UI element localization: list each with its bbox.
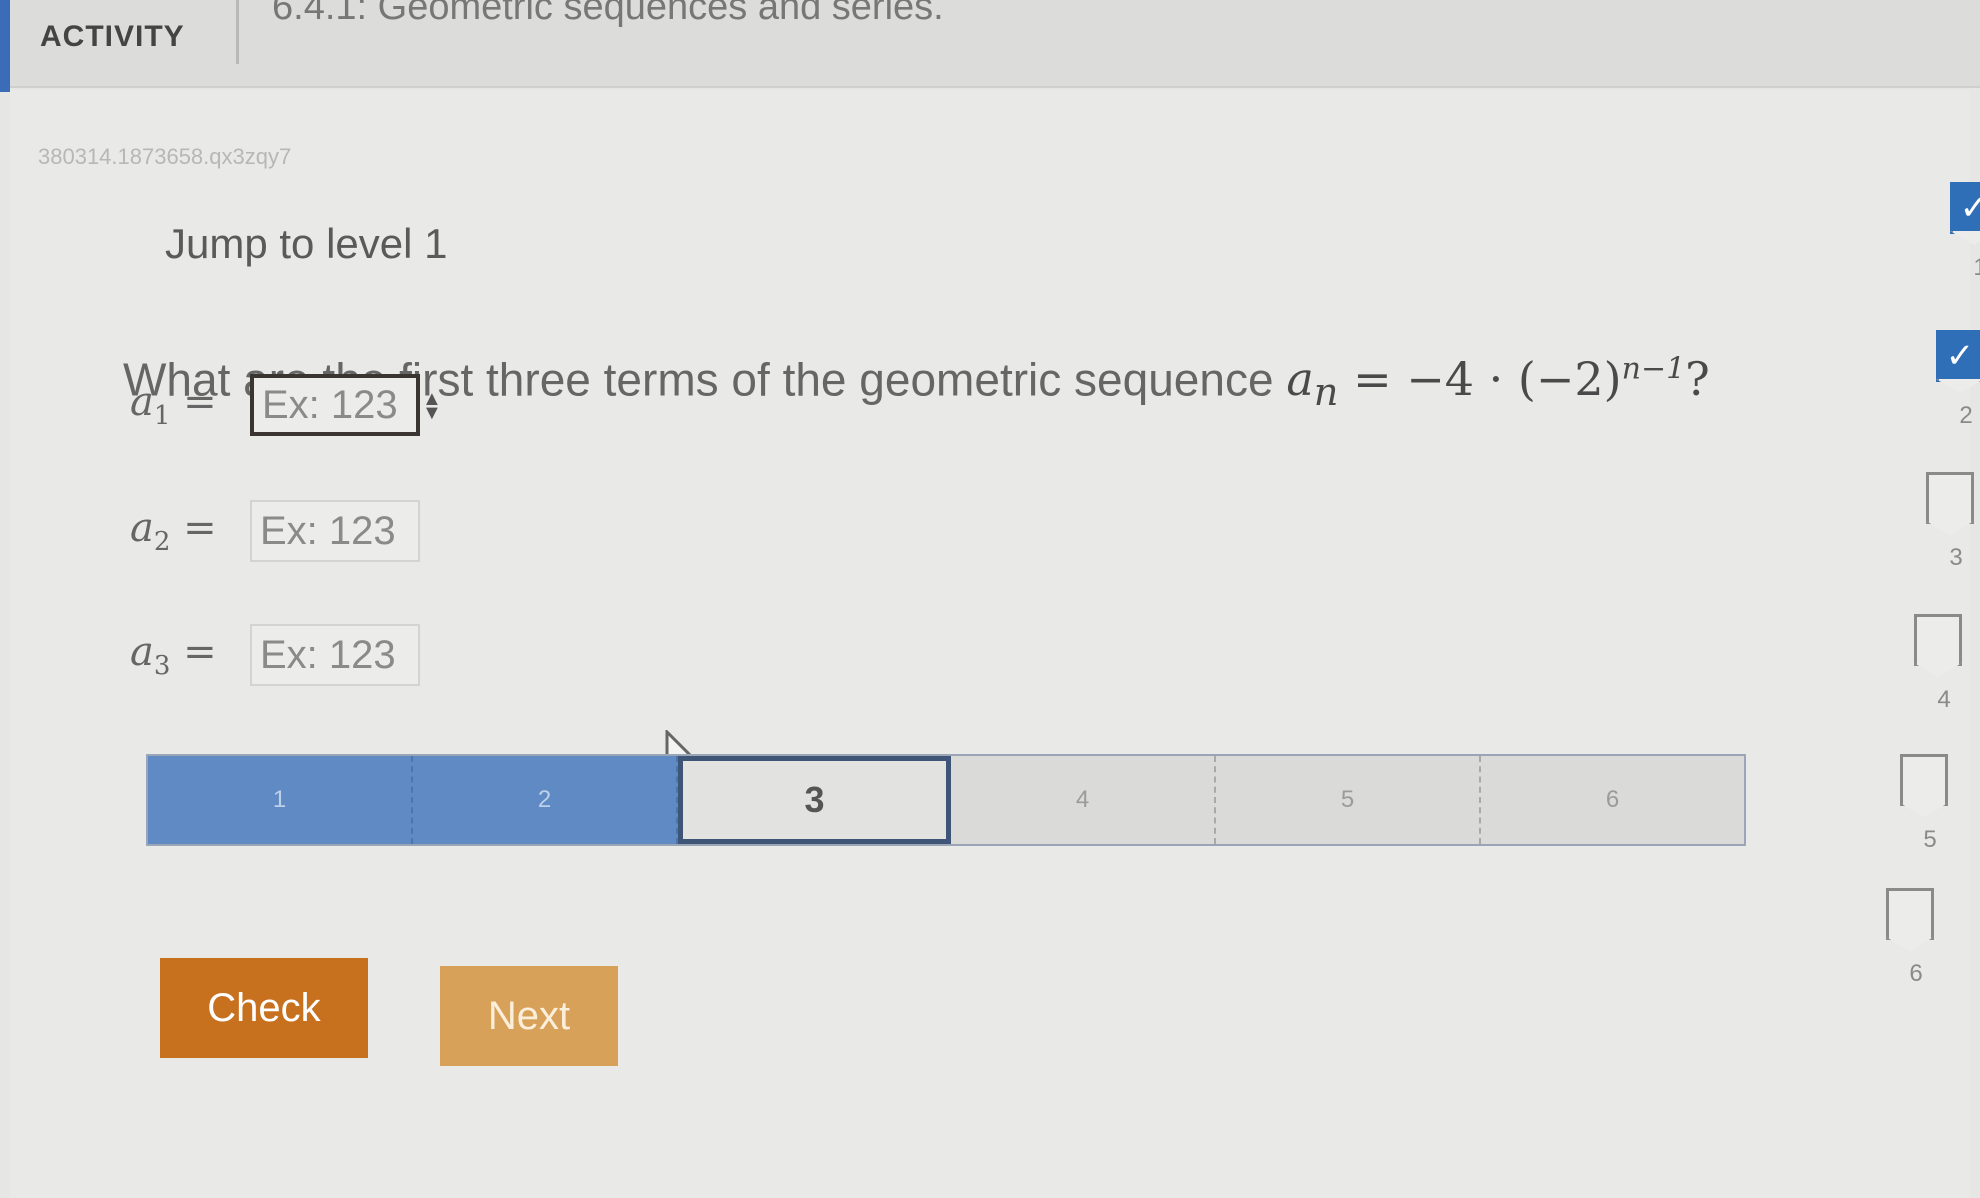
sidebar-level-number: 1 <box>1973 254 1980 281</box>
checkmark-icon: ✓ <box>1936 330 1980 382</box>
sidebar-level-number: 6 <box>1909 960 1923 987</box>
term-var: a <box>130 629 154 675</box>
formula-exponent: n−1 <box>1621 352 1686 387</box>
jump-to-level-link[interactable]: Jump to level 1 <box>165 220 447 268</box>
term-row-a3: a3 = <box>130 620 420 690</box>
a3-answer-input[interactable] <box>250 624 420 686</box>
level-checklist-sidebar: ✓ 1 ✓ 2 3 4 5 6 <box>1860 0 1980 1198</box>
a2-answer-input[interactable] <box>250 500 420 562</box>
sidebar-level-2: ✓ 2 <box>1936 330 1980 430</box>
term-label-a3: a3 = <box>130 629 250 681</box>
term-sub: 3 <box>153 651 171 681</box>
activity-header: ACTIVITY 6.4.1: Geometric sequences and … <box>0 0 1980 92</box>
level-segment[interactable]: 1 <box>148 756 413 844</box>
empty-box-icon <box>1886 888 1934 940</box>
empty-box-icon <box>1926 472 1974 524</box>
checkmark-icon: ✓ <box>1950 182 1980 234</box>
term-eq: = <box>183 379 217 425</box>
sequence-formula: an = −4 · (−2)n−1? <box>1286 352 1710 416</box>
term-label-a2: a2 = <box>130 505 250 557</box>
term-var: a <box>130 379 154 425</box>
empty-box-icon <box>1914 614 1962 666</box>
sidebar-level-6: 6 <box>1886 888 1946 988</box>
number-spinner-icon[interactable]: ▲ ▼ <box>422 389 442 423</box>
a1-answer-input[interactable] <box>250 374 420 436</box>
sidebar-level-5: 5 <box>1900 754 1960 854</box>
term-eq: = <box>183 629 217 675</box>
sidebar-level-1: ✓ 1 <box>1950 182 1980 282</box>
sidebar-level-3: 3 <box>1926 472 1980 572</box>
sidebar-level-number: 4 <box>1937 686 1951 713</box>
term-sub: 2 <box>153 527 171 557</box>
level-segment[interactable]: 6 <box>1481 756 1744 844</box>
activity-title: 6.4.1: Geometric sequences and series. <box>272 0 944 28</box>
level-segment[interactable]: 5 <box>1216 756 1481 844</box>
header-accent-bar <box>0 0 10 92</box>
formula-end: ? <box>1685 352 1710 407</box>
sidebar-level-number: 3 <box>1949 544 1963 571</box>
empty-box-icon <box>1900 754 1948 806</box>
level-segment[interactable]: 4 <box>951 756 1216 844</box>
term-row-a1: a1 = ▲▼ <box>130 370 442 440</box>
formula-rhs: = −4 · (−2) <box>1338 352 1622 407</box>
sidebar-level-number: 2 <box>1959 402 1973 429</box>
activity-label: ACTIVITY <box>40 20 185 53</box>
formula-lhs-sub: n <box>1313 370 1339 416</box>
term-sub: 1 <box>153 401 171 431</box>
term-label-a1: a1 = <box>130 379 250 431</box>
next-button[interactable]: Next <box>440 966 618 1066</box>
level-segment-current[interactable]: 3 <box>678 756 951 844</box>
formula-lhs-var: a <box>1286 352 1314 407</box>
sidebar-level-4: 4 <box>1914 614 1974 714</box>
level-progress-bar: 1 2 3 4 5 6 <box>146 754 1746 846</box>
check-button[interactable]: Check <box>160 958 368 1058</box>
sidebar-level-number: 5 <box>1923 826 1937 853</box>
term-var: a <box>130 505 154 551</box>
question-id: 380314.1873658.qx3zqy7 <box>38 144 292 169</box>
level-segment[interactable]: 2 <box>413 756 678 844</box>
header-divider <box>236 0 239 64</box>
term-row-a2: a2 = <box>130 496 420 566</box>
term-eq: = <box>183 505 217 551</box>
